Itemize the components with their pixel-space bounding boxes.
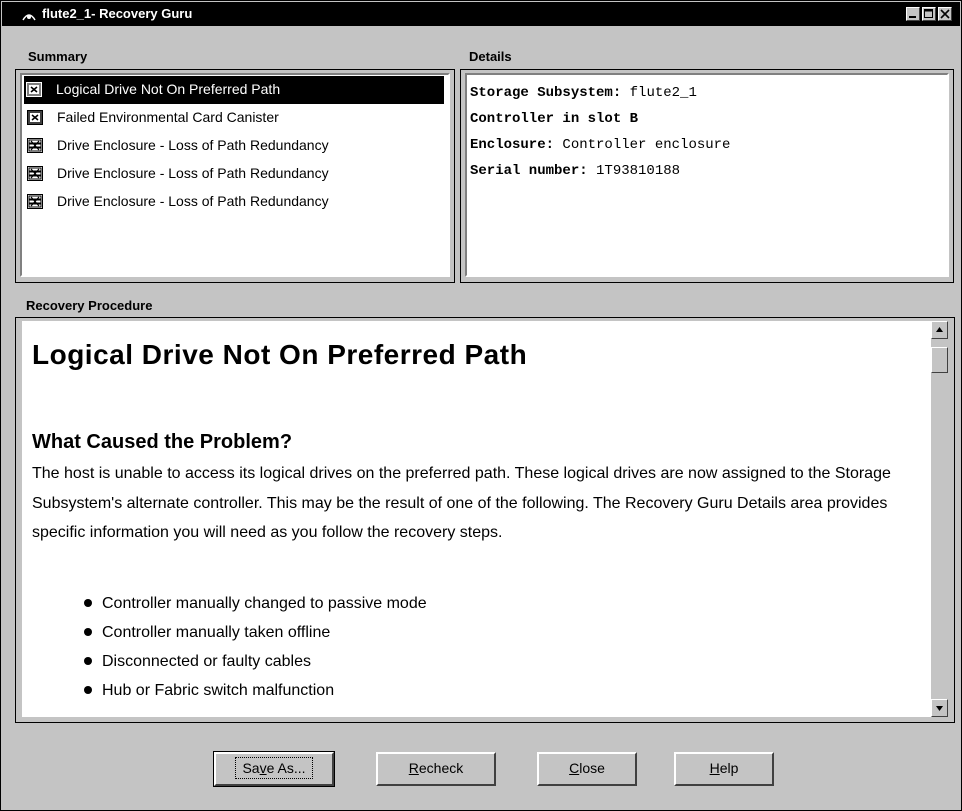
minimize-icon (909, 16, 916, 18)
controller-fault-icon (27, 110, 43, 125)
minimize-button[interactable] (906, 7, 920, 21)
save-as-label: Save As... (235, 757, 313, 779)
arrow-down-icon (936, 706, 943, 711)
help-label: Help (709, 760, 739, 776)
scroll-thumb[interactable] (931, 347, 948, 373)
recheck-button[interactable]: Recheck (376, 752, 496, 786)
enclosure-fault-icon (27, 194, 43, 209)
window-title: flute2_1- Recovery Guru (42, 6, 193, 21)
procedure-label: Recovery Procedure (26, 298, 153, 313)
detail-row: Storage Subsystem: flute2_1 (470, 83, 730, 109)
bullet-icon (84, 686, 92, 694)
summary-item[interactable]: Drive Enclosure - Loss of Path Redundanc… (25, 132, 445, 160)
cause-item: Hub or Fabric switch malfunction (84, 676, 427, 705)
cause-text: Controller manually taken offline (102, 624, 331, 641)
cause-item: Controller manually taken offline (84, 618, 427, 647)
detail-key: Serial number: (470, 163, 588, 179)
maximize-button[interactable] (922, 7, 936, 21)
summary-item[interactable]: Logical Drive Not On Preferred Path (24, 76, 444, 104)
summary-item-label: Drive Enclosure - Loss of Path Redundanc… (57, 165, 329, 181)
enclosure-fault-icon (27, 138, 43, 153)
recheck-label: Recheck (408, 760, 464, 776)
summary-item[interactable]: Failed Environmental Card Canister (25, 104, 445, 132)
cause-item: Disconnected or faulty cables (84, 647, 427, 676)
procedure-paragraph: The host is unable to access its logical… (32, 465, 891, 541)
summary-item[interactable]: Drive Enclosure - Loss of Path Redundanc… (25, 188, 445, 216)
summary-item[interactable]: Drive Enclosure - Loss of Path Redundanc… (25, 160, 445, 188)
save-as-button[interactable]: Save As... (213, 751, 335, 787)
close-button[interactable]: Close (537, 752, 637, 786)
detail-row: Controller in slot B (470, 109, 730, 135)
detail-row: Enclosure: Controller enclosure (470, 135, 730, 161)
enclosure-fault-icon (27, 166, 43, 181)
bullet-icon (84, 657, 92, 665)
close-label: Close (569, 760, 605, 776)
summary-label: Summary (28, 49, 88, 64)
cause-text: Controller manually changed to passive m… (102, 595, 427, 612)
detail-row: Serial number: 1T93810188 (470, 161, 730, 187)
controller-fault-icon (26, 82, 42, 97)
procedure-scrollbar[interactable] (931, 321, 948, 717)
scroll-down-button[interactable] (931, 699, 948, 717)
scroll-up-button[interactable] (931, 321, 948, 339)
detail-key: Storage Subsystem: (470, 85, 622, 101)
detail-value: flute2_1 (621, 85, 697, 101)
procedure-subheading: What Caused the Problem? (32, 431, 293, 453)
detail-value: 1T93810188 (587, 163, 681, 179)
bullet-icon (84, 628, 92, 636)
cause-list: Controller manually changed to passive m… (84, 589, 427, 705)
summary-item-label: Drive Enclosure - Loss of Path Redundanc… (57, 193, 329, 209)
details-content: Storage Subsystem: flute2_1 Controller i… (470, 83, 730, 187)
cause-text: Hub or Fabric switch malfunction (102, 682, 335, 699)
summary-item-label: Drive Enclosure - Loss of Path Redundanc… (57, 137, 329, 153)
detail-value: Controller enclosure (554, 137, 731, 153)
cause-item: Controller manually changed to passive m… (84, 589, 427, 618)
detail-key: Controller in slot B (470, 111, 639, 127)
maximize-icon (924, 9, 933, 18)
procedure-heading: Logical Drive Not On Preferred Path (32, 339, 528, 370)
detail-key: Enclosure: (470, 137, 555, 153)
close-icon (940, 9, 950, 19)
summary-list: Logical Drive Not On Preferred Path Fail… (24, 76, 445, 216)
procedure-pane[interactable]: Logical Drive Not On Preferred Path What… (22, 321, 931, 717)
title-bar[interactable]: flute2_1- Recovery Guru (2, 2, 960, 26)
details-label: Details (469, 49, 512, 64)
app-menu-icon[interactable] (20, 8, 38, 22)
cause-text: Disconnected or faulty cables (102, 653, 311, 670)
recovery-guru-window: flute2_1- Recovery Guru Summary Logical … (0, 0, 962, 811)
summary-item-label: Logical Drive Not On Preferred Path (56, 81, 281, 97)
summary-item-label: Failed Environmental Card Canister (57, 109, 279, 125)
help-button[interactable]: Help (674, 752, 774, 786)
close-window-button[interactable] (938, 7, 952, 21)
arrow-up-icon (936, 327, 943, 332)
bullet-icon (84, 599, 92, 607)
